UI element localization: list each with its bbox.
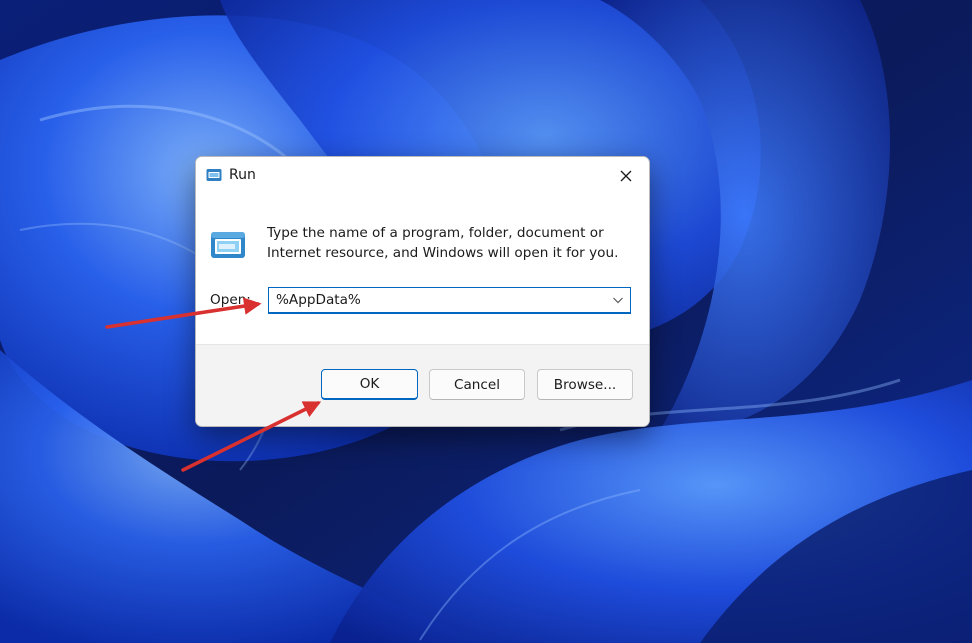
run-app-icon <box>206 169 222 181</box>
dialog-content: Type the name of a program, folder, docu… <box>196 194 649 344</box>
cancel-button[interactable]: Cancel <box>429 369 525 400</box>
ok-button[interactable]: OK <box>321 369 418 400</box>
open-input[interactable] <box>276 288 596 312</box>
open-label: Open: <box>210 292 251 308</box>
browse-button[interactable]: Browse... <box>537 369 633 400</box>
dialog-title: Run <box>229 167 256 183</box>
close-icon <box>620 170 632 181</box>
dialog-description: Type the name of a program, folder, docu… <box>267 225 619 261</box>
dialog-footer: OK Cancel Browse... <box>196 344 649 426</box>
run-app-large-icon <box>211 232 245 258</box>
dialog-titlebar[interactable]: Run <box>196 157 649 194</box>
open-combobox[interactable] <box>268 287 631 314</box>
close-button[interactable] <box>603 157 649 194</box>
chevron-down-icon[interactable] <box>612 295 624 305</box>
run-dialog: Run Type the name of a program, folder, … <box>195 156 650 427</box>
